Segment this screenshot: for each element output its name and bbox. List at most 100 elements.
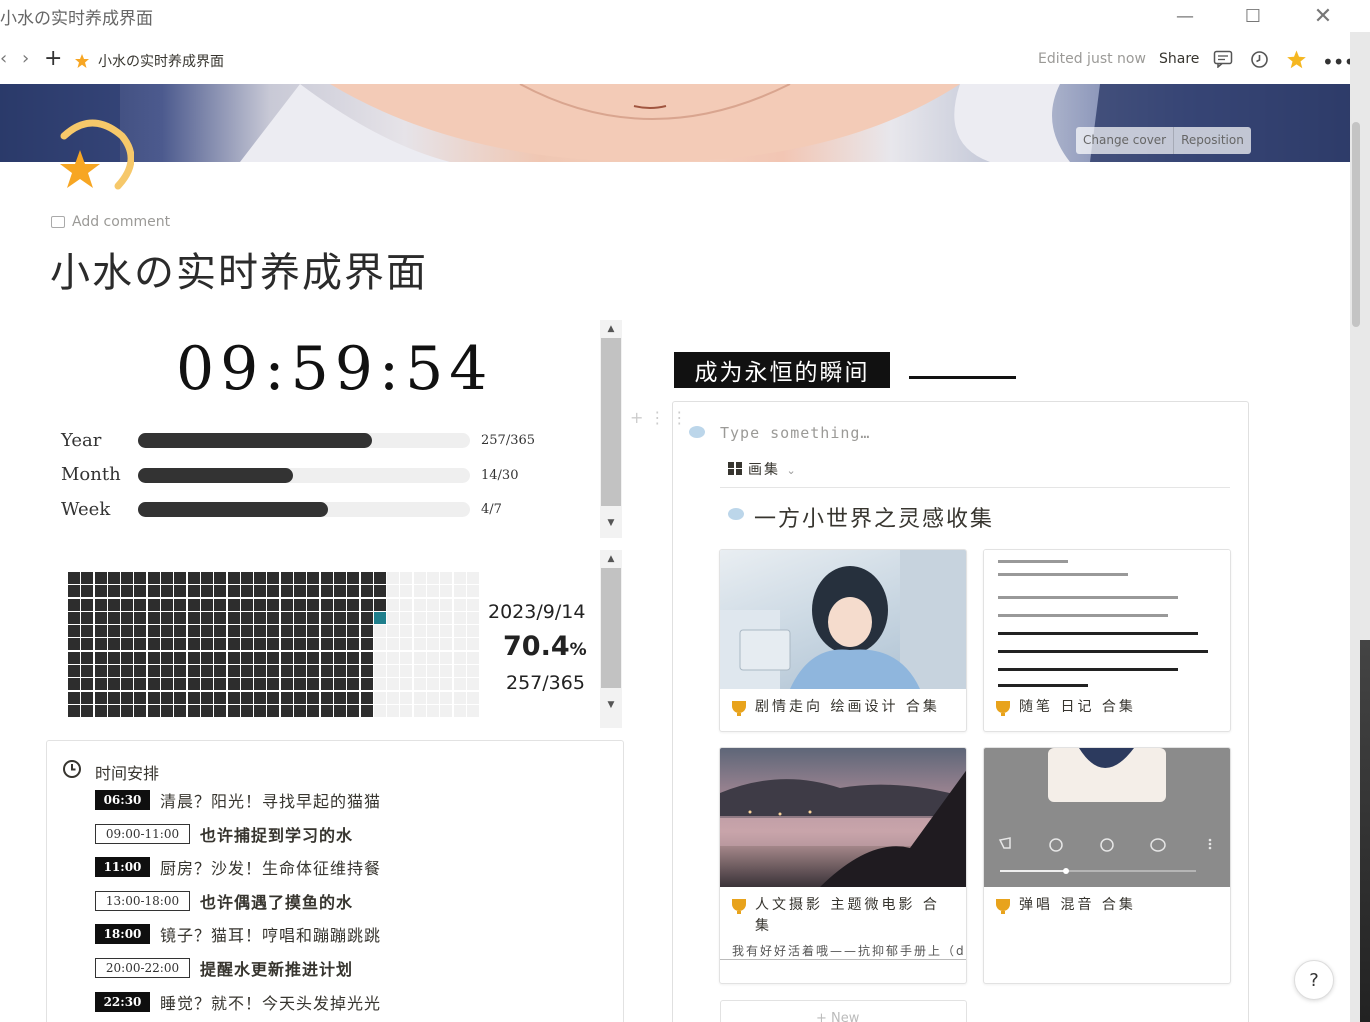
day-cell: [200, 691, 213, 704]
day-cell: [413, 651, 426, 664]
schedule-text: 清晨？阳光！寻找早起的猫猫: [160, 792, 382, 811]
share-button[interactable]: Share: [1159, 51, 1199, 67]
day-cell: [121, 665, 134, 678]
scroll-up-arrow-icon[interactable]: ▲: [600, 554, 622, 564]
breadcrumb[interactable]: 小水の实时养成界面: [98, 51, 224, 71]
day-cell: [107, 611, 120, 624]
schedule-text: 镜子？猫耳！哼唱和蹦蹦跳跳: [160, 926, 382, 945]
gallery-card[interactable]: 剧情走向 绘画设计 合集: [719, 549, 967, 732]
new-card-button[interactable]: + New: [720, 1000, 967, 1022]
day-cell: [214, 598, 227, 611]
day-cell: [267, 678, 280, 691]
add-comment-button[interactable]: Add comment: [72, 214, 170, 230]
gallery-card[interactable]: 弹唱 混音 合集: [983, 747, 1231, 984]
day-cell: [360, 572, 373, 584]
schedule-row: 11:00 厨房？沙发！生命体征维持餐: [95, 856, 381, 878]
day-cell: [107, 665, 120, 678]
day-cell: [413, 611, 426, 624]
day-cell: [187, 598, 200, 611]
trophy-icon: [996, 899, 1010, 914]
day-cell: [187, 665, 200, 678]
minimize-button[interactable]: —: [1162, 0, 1208, 32]
day-cell: [94, 611, 107, 624]
day-cell: [267, 611, 280, 624]
day-cell: [387, 651, 400, 664]
day-cell: [174, 572, 187, 584]
reposition-button[interactable]: Reposition: [1173, 127, 1251, 154]
day-cell: [333, 665, 346, 678]
page-scroll-thumb[interactable]: [1352, 122, 1360, 327]
day-cell: [174, 625, 187, 638]
comments-icon[interactable]: [1213, 50, 1233, 68]
help-button[interactable]: ?: [1294, 960, 1334, 1000]
day-cell: [453, 585, 466, 598]
grid-embed-scroll-thumb[interactable]: [601, 568, 621, 688]
page-title[interactable]: 小水の实时养成界面: [50, 240, 428, 298]
new-page-icon[interactable]: +: [44, 46, 62, 71]
page-star-icon[interactable]: [52, 116, 134, 198]
day-cell: [187, 651, 200, 664]
grid-embed-scrollbar[interactable]: ▲ ▼: [600, 550, 622, 728]
scroll-down-arrow-icon[interactable]: ▼: [600, 518, 622, 528]
day-cell: [373, 665, 386, 678]
week-label: Week: [61, 499, 111, 520]
gallery-view-switcher[interactable]: 画集 ⌄: [728, 459, 798, 479]
comment-icon: [51, 216, 65, 228]
day-cell: [347, 638, 360, 651]
day-cell: [427, 625, 440, 638]
back-icon[interactable]: ‹: [0, 48, 7, 69]
clock-embed-scroll-thumb[interactable]: [601, 338, 621, 506]
day-cell: [227, 665, 240, 678]
change-cover-button[interactable]: Change cover: [1076, 127, 1173, 154]
day-cell: [121, 585, 134, 598]
day-cell: [107, 651, 120, 664]
favorite-star-icon[interactable]: [1286, 49, 1307, 70]
day-cell: [81, 665, 94, 678]
day-cell: [200, 651, 213, 664]
day-cell: [440, 665, 453, 678]
day-cell: [400, 704, 413, 717]
forward-icon[interactable]: ›: [22, 48, 29, 69]
day-cell: [94, 638, 107, 651]
day-cell: [147, 611, 160, 624]
day-cell: [214, 678, 227, 691]
schedule-time: 11:00: [95, 857, 150, 877]
schedule-text: 睡觉？就不！今天头发掉光光: [160, 994, 382, 1013]
day-cell: [413, 585, 426, 598]
gallery-card[interactable]: 人文摄影 主题微电影 合集 我有好好活着哦——抗抑郁手册上（d: [719, 747, 967, 984]
day-cell: [360, 704, 373, 717]
trophy-icon: [732, 701, 746, 716]
day-cell: [413, 598, 426, 611]
schedule-row: 18:00 镜子？猫耳！哼唱和蹦蹦跳跳: [95, 923, 381, 945]
day-cell: [187, 611, 200, 624]
day-cell: [134, 651, 147, 664]
schedule-time: 20:00-22:00: [95, 958, 190, 978]
day-cell: [320, 598, 333, 611]
day-cell: [307, 572, 320, 584]
history-icon[interactable]: [1250, 50, 1269, 69]
day-cell: [161, 611, 174, 624]
day-cell: [240, 625, 253, 638]
day-cell: [200, 638, 213, 651]
scroll-down-arrow-icon[interactable]: ▼: [600, 700, 622, 710]
gallery-card[interactable]: 随笔 日记 合集: [983, 549, 1231, 732]
cover-buttons: Change cover Reposition: [1076, 127, 1251, 154]
day-cell: [333, 625, 346, 638]
type-input[interactable]: Type something…: [720, 424, 870, 442]
day-cell: [121, 638, 134, 651]
day-cell: [134, 665, 147, 678]
day-cell: [134, 704, 147, 717]
day-cell: [440, 704, 453, 717]
close-button[interactable]: ✕: [1300, 0, 1346, 32]
maximize-button[interactable]: ☐: [1230, 0, 1276, 32]
day-cell: [440, 678, 453, 691]
day-cell: [333, 598, 346, 611]
scroll-up-arrow-icon[interactable]: ▲: [600, 324, 622, 334]
day-cell: [453, 572, 466, 584]
day-cell: [427, 598, 440, 611]
day-cell: [161, 678, 174, 691]
day-cell: [427, 585, 440, 598]
card-caption: 人文摄影 主题微电影 合集: [755, 897, 940, 934]
day-cell: [200, 704, 213, 717]
clock-embed-scrollbar[interactable]: ▲ ▼: [600, 320, 622, 538]
